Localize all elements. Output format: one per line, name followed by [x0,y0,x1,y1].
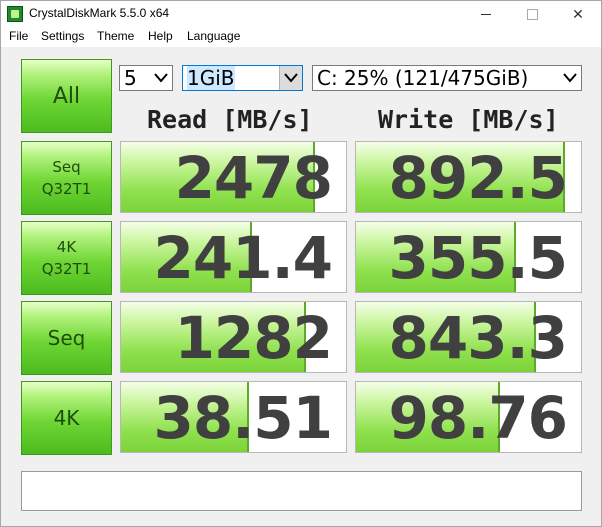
write-result-seq-q32t1: 892.5 [355,141,582,213]
write-value: 98.76 [388,384,568,452]
chevron-down-icon [279,66,302,90]
test-label-line1: Seq [52,158,81,176]
read-value: 241.4 [153,224,333,292]
test-button-4k[interactable]: 4K [21,381,112,455]
read-value: 38.51 [153,384,333,452]
menu-help[interactable]: Help [148,29,173,43]
test-size-value: 1GiB [187,66,235,90]
test-button-4k-q32t1[interactable]: 4K Q32T1 [21,221,112,295]
chevron-down-icon [559,66,581,90]
read-result-4k-q32t1: 241.4 [120,221,347,293]
maximize-button[interactable] [509,1,555,27]
test-label-line1: 4K [56,238,77,256]
read-header: Read [MB/s] [147,105,313,134]
menu-theme[interactable]: Theme [97,29,134,43]
write-result-4k-q32t1: 355.5 [355,221,582,293]
maximize-icon [527,9,538,20]
close-icon: ✕ [572,6,584,22]
comment-input[interactable] [21,471,582,511]
close-button[interactable]: ✕ [555,1,601,27]
test-count-select[interactable]: 5 [119,65,173,91]
test-button-seq-q32t1[interactable]: Seq Q32T1 [21,141,112,215]
menu-bar: File Settings Theme Help Language [1,27,601,47]
test-size-select[interactable]: 1GiB [182,65,303,91]
app-window: CrystalDiskMark 5.5.0 x64 ✕ File Setting… [0,0,602,527]
read-value: 2478 [174,144,333,212]
minimize-button[interactable] [463,1,509,27]
test-label-line1: 4K [53,406,80,430]
run-all-button[interactable]: All [21,59,112,133]
menu-file[interactable]: File [9,29,28,43]
test-label-line1: Seq [47,326,86,350]
read-value: 1282 [174,304,333,372]
test-label-line2: Q32T1 [41,260,92,278]
drive-value: C: 25% (121/475GiB) [317,66,529,90]
read-result-seq: 1282 [120,301,347,373]
window-title: CrystalDiskMark 5.5.0 x64 [29,6,170,20]
test-count-value: 5 [124,66,137,90]
write-header: Write [MB/s] [378,105,559,134]
write-result-seq: 843.3 [355,301,582,373]
menu-language[interactable]: Language [187,29,240,43]
title-bar: CrystalDiskMark 5.5.0 x64 ✕ [1,1,601,27]
read-result-4k: 38.51 [120,381,347,453]
read-result-seq-q32t1: 2478 [120,141,347,213]
write-value: 355.5 [388,224,568,292]
test-button-seq[interactable]: Seq [21,301,112,375]
write-value: 843.3 [388,304,568,372]
test-label-line2: Q32T1 [41,180,92,198]
write-value: 892.5 [388,144,568,212]
chevron-down-icon [150,66,172,90]
app-icon [7,6,23,22]
run-all-label: All [52,83,81,109]
menu-settings[interactable]: Settings [41,29,84,43]
drive-select[interactable]: C: 25% (121/475GiB) [312,65,582,91]
write-result-4k: 98.76 [355,381,582,453]
minimize-icon [481,14,491,15]
